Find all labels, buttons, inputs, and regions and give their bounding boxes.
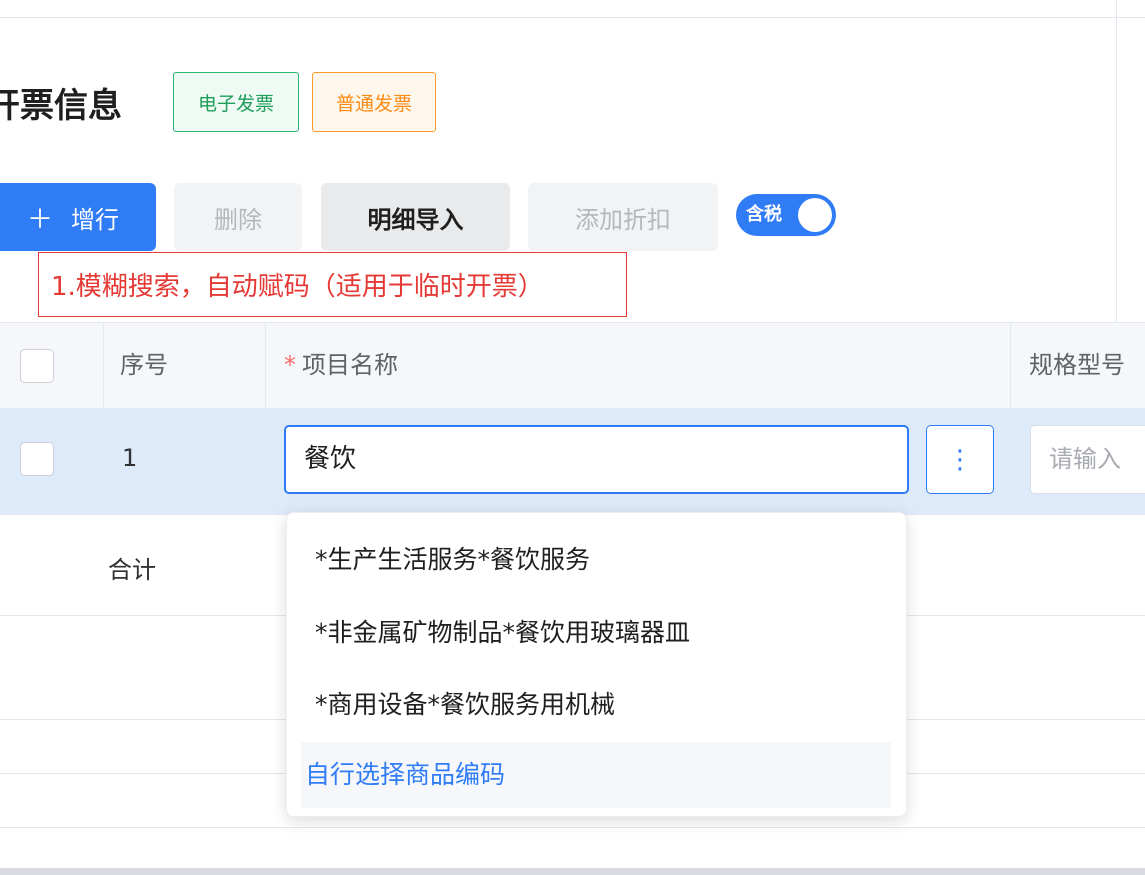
tax-included-toggle[interactable]: 含税 bbox=[736, 194, 836, 236]
table-header-top-border bbox=[0, 322, 1145, 323]
add-row-label: 增行 bbox=[71, 205, 119, 234]
more-options-button[interactable]: ⋮ bbox=[926, 425, 994, 494]
required-mark: * bbox=[284, 351, 296, 379]
column-header-spec: 规格型号 bbox=[1029, 351, 1125, 379]
column-header-name-label: 项目名称 bbox=[302, 351, 398, 379]
add-row-button[interactable]: ＋ 增行 bbox=[0, 183, 156, 251]
add-discount-button[interactable]: 添加折扣 bbox=[528, 183, 718, 251]
autocomplete-dropdown: *生产生活服务*餐饮服务 *非金属矿物制品*餐饮用玻璃器皿 *商用设备*餐饮服务… bbox=[286, 512, 907, 817]
table-header bbox=[0, 322, 1145, 408]
spec-input[interactable]: 请输入 bbox=[1030, 425, 1145, 494]
custom-code-option[interactable]: 自行选择商品编码 bbox=[301, 742, 891, 808]
column-divider bbox=[103, 322, 104, 408]
page-title: 开票信息 bbox=[0, 86, 122, 126]
top-divider bbox=[0, 17, 1145, 18]
invoice-type-tag-normal: 普通发票 bbox=[312, 72, 436, 132]
tax-included-label: 含税 bbox=[746, 204, 782, 225]
column-divider bbox=[1010, 322, 1011, 408]
dropdown-option[interactable]: *生产生活服务*餐饮服务 bbox=[287, 527, 906, 593]
total-label: 合计 bbox=[108, 556, 156, 584]
plus-icon: ＋ bbox=[26, 204, 53, 235]
toggle-knob bbox=[798, 198, 832, 232]
column-header-name: * 项目名称 bbox=[284, 322, 398, 408]
row-index: 1 bbox=[122, 444, 138, 472]
delete-button[interactable]: 删除 bbox=[174, 183, 302, 251]
column-header-index: 序号 bbox=[120, 351, 168, 379]
row-border bbox=[0, 827, 1145, 828]
select-all-checkbox[interactable] bbox=[20, 349, 54, 383]
row-checkbox[interactable] bbox=[20, 442, 54, 476]
bottom-edge bbox=[0, 868, 1145, 875]
dropdown-option[interactable]: *商用设备*餐饮服务用机械 bbox=[287, 672, 906, 738]
column-divider bbox=[265, 322, 266, 408]
annotation-callout: 1.模糊搜索，自动赋码（适用于临时开票） bbox=[38, 252, 627, 317]
item-name-input[interactable]: 餐饮 bbox=[284, 425, 909, 494]
invoice-type-tag-electronic: 电子发票 bbox=[173, 72, 299, 132]
more-vertical-icon: ⋮ bbox=[947, 444, 973, 475]
detail-import-button[interactable]: 明细导入 bbox=[321, 183, 510, 251]
right-panel-border bbox=[1116, 0, 1117, 322]
dropdown-option[interactable]: *非金属矿物制品*餐饮用玻璃器皿 bbox=[287, 600, 906, 666]
